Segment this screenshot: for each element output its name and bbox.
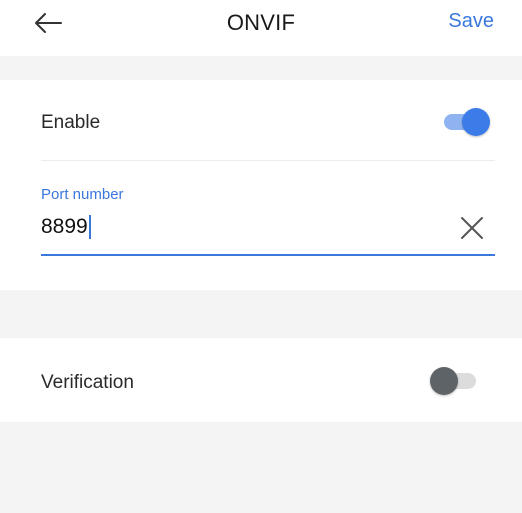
enable-row: Enable: [0, 80, 522, 160]
text-caret: [88, 215, 91, 239]
port-number-label: Port number: [41, 186, 124, 203]
bottom-background: [0, 422, 522, 513]
page-title: ONVIF: [226, 10, 296, 35]
clear-input-button[interactable]: [458, 214, 486, 242]
top-app-bar: ONVIF Save: [0, 0, 522, 56]
enable-label: Enable: [41, 112, 101, 133]
row-divider: [41, 160, 495, 161]
toggle-knob: [430, 367, 458, 395]
port-number-input[interactable]: 8899: [41, 210, 441, 244]
verification-toggle[interactable]: [430, 366, 482, 396]
port-number-underline: [41, 254, 495, 256]
close-icon: [461, 217, 483, 239]
section-separator: [0, 56, 522, 80]
save-button[interactable]: Save: [448, 10, 494, 33]
toggle-knob: [462, 108, 490, 136]
port-number-value: 8899: [41, 215, 88, 238]
verification-row: Verification: [0, 338, 522, 422]
section-separator: [0, 290, 522, 338]
verification-label: Verification: [41, 372, 134, 393]
enable-toggle[interactable]: [440, 107, 492, 137]
